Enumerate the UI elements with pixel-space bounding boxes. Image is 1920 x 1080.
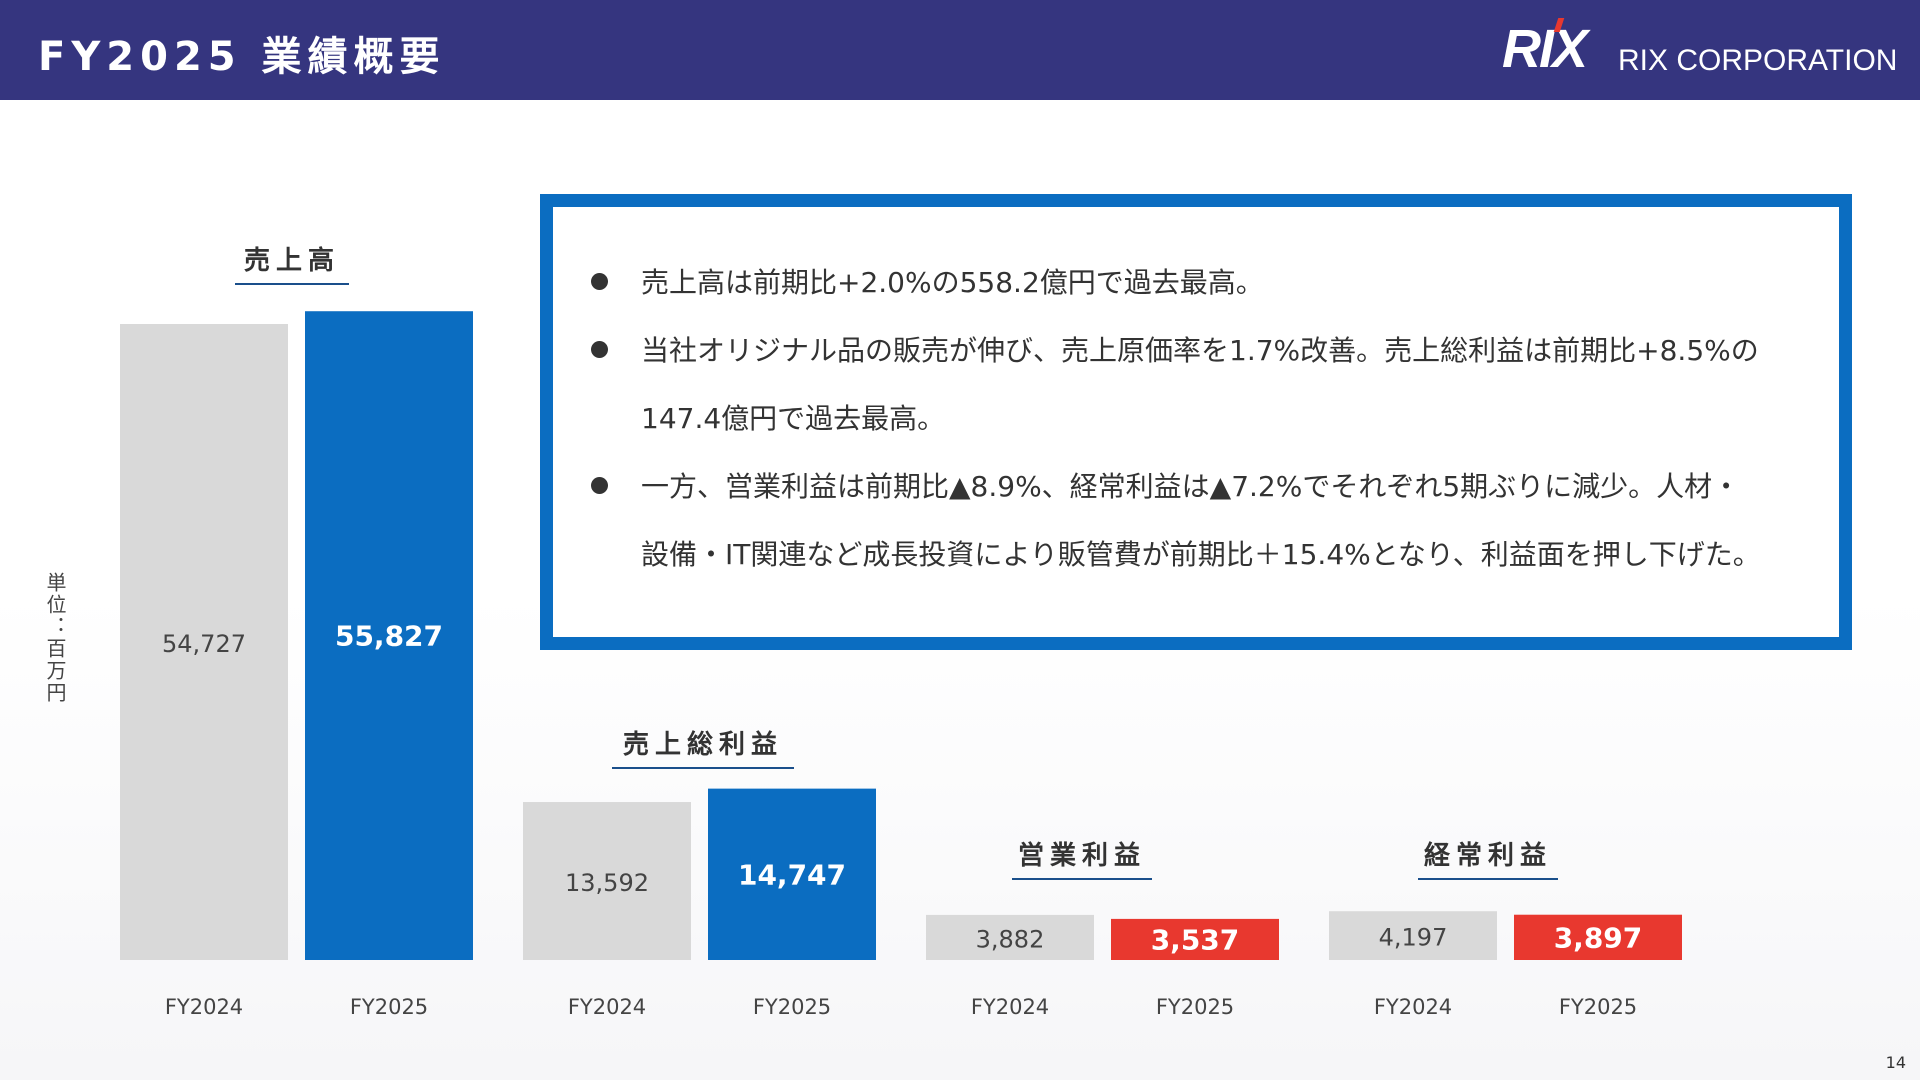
page-number: 14 — [1885, 1053, 1906, 1072]
category-label-gross-profit-fy2025: FY2025 — [753, 995, 831, 1019]
bar-charts: 54,727 FY2024 55,827 FY2025 13,592 FY2024 14,7… — [120, 311, 1682, 1019]
category-label-ordinary-income-fy2024: FY2024 — [1374, 995, 1452, 1019]
data-label-sales-fy2024: 54,727 — [162, 630, 246, 658]
data-label-operating-income-fy2024: 3,882 — [976, 925, 1045, 953]
data-label-operating-income-fy2025: 3,537 — [1151, 923, 1240, 956]
category-label-ordinary-income-fy2025: FY2025 — [1559, 995, 1637, 1019]
data-label-gross-profit-fy2025: 14,747 — [738, 858, 846, 891]
data-label-sales-fy2025: 55,827 — [335, 620, 443, 653]
data-label-gross-profit-fy2024: 13,592 — [565, 869, 649, 897]
data-label-ordinary-income-fy2025: 3,897 — [1554, 921, 1643, 954]
data-label-ordinary-income-fy2024: 4,197 — [1379, 924, 1448, 952]
category-label-operating-income-fy2024: FY2024 — [971, 995, 1049, 1019]
category-label-sales-fy2024: FY2024 — [165, 995, 243, 1019]
category-label-sales-fy2025: FY2025 — [350, 995, 428, 1019]
category-label-operating-income-fy2025: FY2025 — [1156, 995, 1234, 1019]
category-label-gross-profit-fy2024: FY2024 — [568, 995, 646, 1019]
